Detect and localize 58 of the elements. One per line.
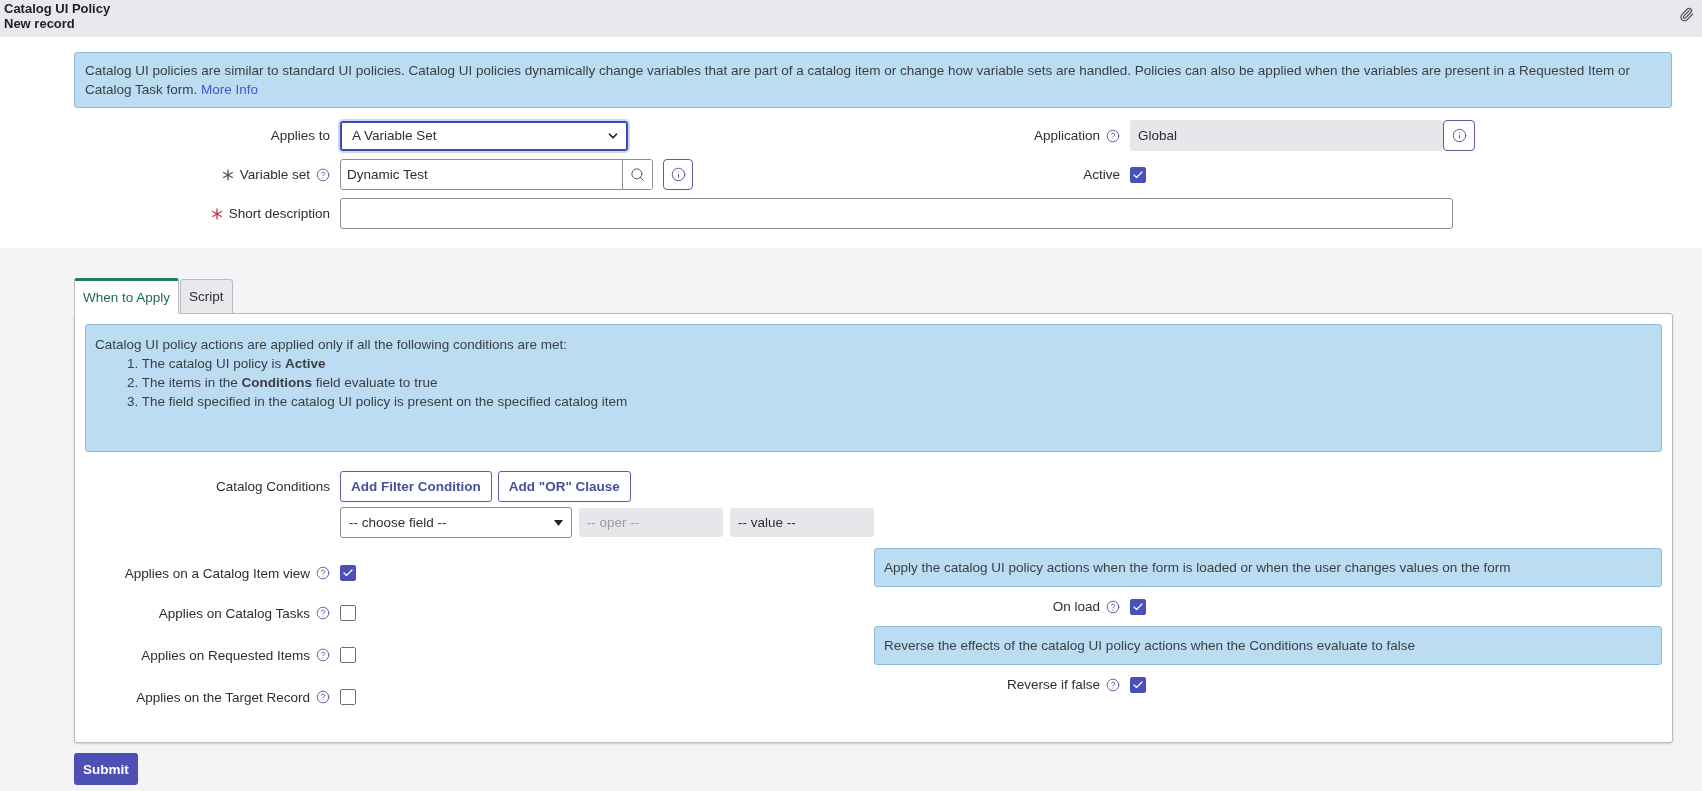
more-info-link[interactable]: More Info (201, 82, 259, 97)
application-field: Global (1130, 120, 1443, 151)
help-icon[interactable] (1106, 677, 1120, 692)
submit-button[interactable]: Submit (74, 753, 138, 785)
info-button[interactable] (663, 159, 693, 190)
checkbox[interactable] (1130, 598, 1146, 615)
field-select[interactable]: -- choose field -- (340, 507, 572, 538)
field-label: Variable set (239, 167, 310, 182)
checkbox[interactable] (1130, 676, 1146, 693)
checkbox[interactable] (1130, 166, 1146, 183)
help-icon[interactable] (316, 648, 330, 662)
page-title: Catalog UI Policy (4, 1, 111, 16)
field-label: Application (1033, 128, 1100, 143)
field-label: Short description (228, 206, 330, 221)
option-label: Applies on a Catalog Item view (124, 565, 310, 581)
page-subtitle: New record (4, 16, 76, 31)
option-label: Reverse if false (1006, 677, 1100, 692)
help-icon[interactable] (1106, 128, 1120, 143)
short-description-field[interactable] (340, 198, 1453, 229)
info-icon (670, 167, 686, 182)
option-label: Applies on Requested Items (141, 647, 310, 663)
checkbox[interactable] (340, 689, 356, 705)
info-note: Apply the catalog UI policy actions when the form is loaded or when the user changes values on the form (874, 548, 1662, 587)
option-label: Applies on the Target Record (136, 689, 310, 705)
option-label: On load (1052, 599, 1100, 614)
help-icon[interactable] (316, 566, 330, 580)
note-item: 3. The field specified in the catalog UI policy is present on the specified catalog item (127, 394, 628, 409)
check-icon (342, 567, 354, 579)
field-label: Active (1083, 167, 1120, 182)
help-icon[interactable] (1106, 599, 1120, 614)
note-item: 1. The catalog UI policy is Active (127, 356, 326, 371)
help-icon[interactable] (316, 167, 330, 182)
info-button[interactable] (1443, 120, 1475, 151)
info-icon (1451, 128, 1467, 143)
help-icon[interactable] (316, 606, 330, 620)
info-note: Reverse the effects of the catalog UI policy actions when the Conditions evaluate to false (874, 626, 1662, 665)
note-item: 2. The items in the Conditions field evaluate to true (127, 375, 438, 390)
variable-set-field[interactable]: Dynamic Test (340, 159, 653, 190)
field-label: Catalog Conditions (215, 479, 330, 494)
condition-button[interactable]: Add "OR" Clause (497, 471, 631, 502)
checkbox[interactable] (340, 605, 356, 621)
value-field: -- value -- (729, 508, 874, 537)
info-note: Catalog UI policies are similar to standard UI policies. Catalog UI policies dynamically change variables that are part of a catalog item or change how variable sets are handled. Policies can also be applied when the variables are present in a Requested Item or Catalog Task form. More Info (74, 52, 1672, 108)
field-label: Applies to (270, 128, 330, 143)
search-button[interactable] (622, 160, 652, 189)
search-icon (630, 167, 645, 182)
help-icon[interactable] (316, 690, 330, 704)
checkbox[interactable] (340, 565, 356, 581)
checkbox[interactable] (340, 647, 356, 663)
dropdown-icon (553, 519, 563, 526)
option-label: Applies on Catalog Tasks (158, 605, 310, 621)
tab[interactable]: When to Apply (74, 278, 180, 314)
applies-to-select[interactable]: A Variable Set (340, 120, 628, 151)
condition-button[interactable]: Add Filter Condition (340, 471, 492, 502)
paperclip-icon[interactable] (1679, 7, 1694, 22)
operator-field: -- oper -- (578, 508, 723, 537)
note-text: Catalog UI policy actions are applied only if all the following conditions are met: (95, 336, 568, 354)
tab[interactable]: Script (180, 279, 233, 314)
